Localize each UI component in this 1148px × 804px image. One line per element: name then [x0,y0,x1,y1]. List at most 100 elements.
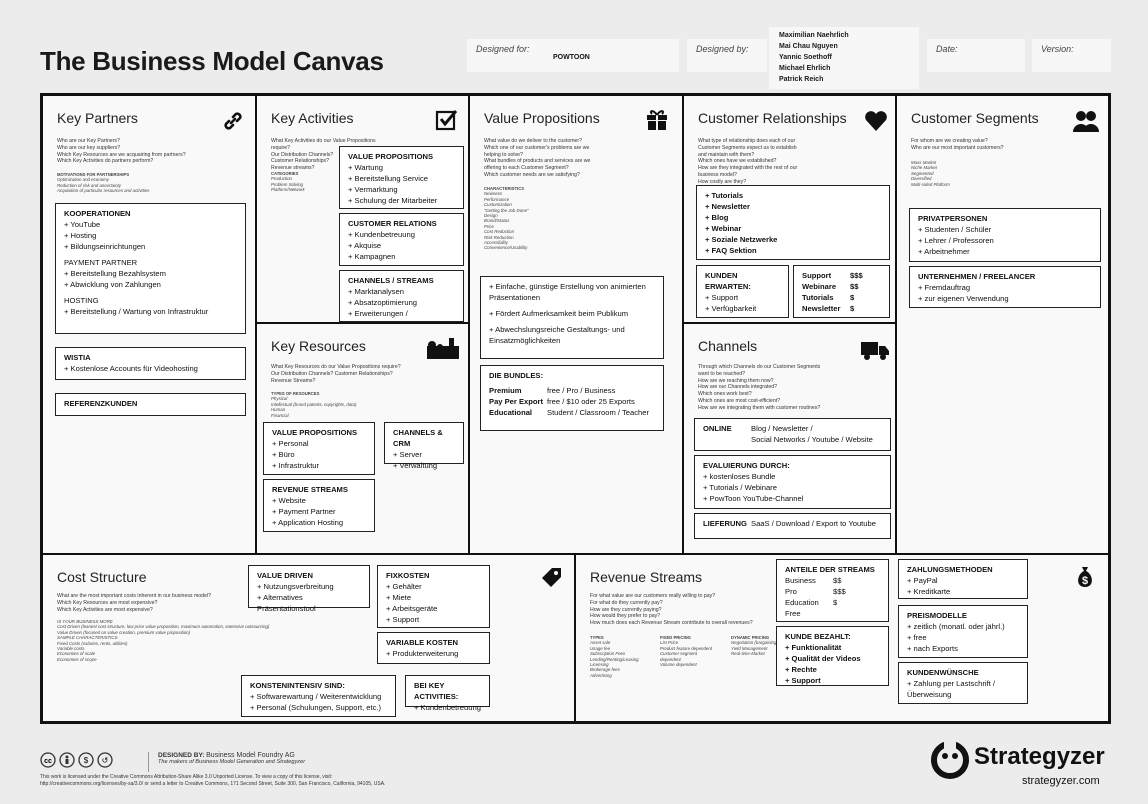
text-line: + Verfügbarkeit [705,304,757,313]
key-resources-title: Key Resources [271,338,366,354]
customer-segments-title: Customer Segments [911,110,1039,126]
channels-block: Channels Through which Channels do our C… [684,324,895,553]
note-referenzkunden[interactable]: REFERENZKUNDEN [55,393,246,416]
text-line: Which ones work best? [698,391,752,398]
customer-segments-subtext: Mass Market Niche Market Segmented Diversif… [911,160,1031,187]
text-line: Überweisung [907,690,952,699]
key-partners-subtext: MOTIVATIONS FOR PARTNERSHIPS Optimization… [57,172,247,194]
note-zahlungsmethoden[interactable]: ZAHLUNGSMETHODEN + PayPal + Kreditkarte [898,559,1028,599]
money-bag-icon: $ [1078,567,1092,587]
value-propositions-subtext: CHARACTERISTICS Newness Performance Customi… [484,186,604,251]
cost-level: $ [850,293,855,302]
note-evaluierung[interactable]: EVALUIERUNG DURCH: + kostenloses Bundle + … [694,455,891,509]
stream-share: $$ [833,576,842,585]
note-kr-revenue-streams[interactable]: REVENUE STREAMS + Website + Payment Partne… [263,479,375,532]
text-line: CHANNELS & CRM [393,428,443,448]
key-resources-subtext: TYPES OF RESOURCES Physical Intellectual (… [271,391,391,418]
text-line: What Key Resources do our Value Proposit… [271,364,401,370]
text-line: + Bereitstellung / Wartung von Infrastru… [64,307,209,316]
text-line: Platform/Network [271,187,305,193]
note-ka-customer-relations[interactable]: CUSTOMER RELATIONS + Kundenbetreuung + Akq… [339,213,464,266]
text-line: + Tutorials / Webinare [703,483,777,492]
text-line: + Vermarktung [348,185,398,194]
text-line: For what do they currently pay? [590,599,663,606]
text-line: For what value are our customers really … [590,593,716,599]
customer-segments-questions: For whom are we creating value? Who are o… [911,138,1071,152]
text-line: + nach Exports [907,644,958,653]
text-line: REFERENZKUNDEN [64,399,138,408]
footer-tagline: The makers of Business Model Generation … [158,759,306,765]
text-line: + Kreditkarte [907,587,951,596]
text-line: Which Key Activities do partners perform… [57,158,154,165]
version-field[interactable]: Version: [1032,39,1111,72]
note-privatpersonen[interactable]: PRIVATPERSONEN + Studenten / Schüler + Leh… [909,208,1101,262]
text-line: + Einfache, günstige Erstellung von anim… [489,282,646,291]
text-line: + Bildungseinrichtungen [64,242,146,251]
note-bei-key-activities[interactable]: BEI KEY ACTIVITIES: + Kundenbetreuung [405,675,490,712]
text-line: What value do we deliver to the customer… [484,138,583,144]
text-line: Which ones are most cost-efficient? [698,397,781,404]
note-online[interactable]: ONLINE Blog / Newsletter / Social Networks… [694,418,891,451]
key-partners-questions: Who are our Key Partners? Who are our key… [57,138,247,165]
stream-share: $ [833,598,838,607]
text-line: Revenue Streams? [271,377,316,384]
note-kr-channels-crm[interactable]: CHANNELS & CRM + Server + Verwaltung [384,422,464,470]
bundle-name: Premium [489,386,522,395]
text-line: What type of relationship does each of o… [698,138,796,144]
designer-name: Mai Chau Nguyen [779,43,838,50]
text-line: HOSTING [64,296,99,305]
note-kunde-bezahlt[interactable]: KUNDE BEZAHLT: + Funktionalität + Qualität… [776,626,889,686]
text-line: + Lehrer / Professoren [918,236,994,245]
key-activities-block: Key Activities What Key Activities do ou… [257,96,468,329]
creative-commons-icon: cc $ ↺ [40,752,113,768]
text-line: Who are our key suppliers? [57,144,121,151]
note-cr-costs[interactable]: Support $$$ Webinare $$ Tutorials $ Newsletter… [793,265,890,318]
text-line: Multi-sided Platform [911,181,950,187]
text-line: Advertising [590,672,612,678]
channels-questions: Through which Channels do our Customer S… [698,364,868,412]
note-fixkosten[interactable]: FIXKOSTEN + Gehälter + Miete + Arbeitsgerät… [377,565,490,628]
key-activities-subtext: CATEGORIES Production Problem Solving Platf… [271,171,341,193]
note-anteile[interactable]: ANTEILE DER STREAMS Business $$ Pro $$$ Educ… [776,559,889,622]
note-ka-channels-streams[interactable]: CHANNELS / STREAMS + Marktanalysen + Absat… [339,270,464,329]
text-line: + Wartung [348,163,383,172]
cost-row: Support $$$ [802,270,881,281]
note-kooperationen[interactable]: KOOPERATIONEN + YouTube + Hosting + Bildung… [55,203,246,334]
note-unternehmen[interactable]: UNTERNEHMEN / FREELANCER + Fremdauftrag + … [909,266,1101,308]
date-field[interactable]: Date: [927,39,1025,72]
note-kostenintensiv[interactable]: KONSTENINTENSIV SIND: + Softwarewartung /… [241,675,396,717]
designers-list[interactable]: Maximilian Naehrlich Mai Chau Nguyen Yanni… [769,27,919,89]
checkbox-icon [435,110,458,131]
designed-for-field[interactable]: Designed for: POWTOON [467,39,679,72]
note-cr-channels[interactable]: + Tutorials + Newsletter + Blog + Webinar + … [696,185,890,260]
strategyzer-brand: Strategyzer [974,743,1105,770]
text-line: VALUE DRIVEN [257,571,313,580]
text-line: + Absatzoptimierung [348,298,418,307]
strategyzer-url[interactable]: strategyzer.com [1022,775,1100,787]
canvas-grid: Key Partners Who are our Key Partners? Wh… [40,93,1111,724]
stream-share: $$$ [833,587,846,596]
text-line: + Fremdauftrag [918,283,971,292]
footer-designed-by: Business Model Foundry AG [206,752,295,759]
note-vp-bundles[interactable]: DIE BUNDLES: Premium free / Pro / Busines… [480,365,664,431]
text-line: Präsentationen [489,293,541,302]
text-line: KUNDEN ERWARTEN: [705,271,751,291]
note-wistia[interactable]: WISTIA + Kostenlose Accounts für Videohos… [55,347,246,380]
text-line: + Support [785,676,821,685]
note-vp-benefits[interactable]: + Einfache, günstige Erstellung von anim… [480,276,664,359]
text-line: VARIABLE KOSTEN [386,638,459,647]
note-lieferung[interactable]: LIEFERUNG SaaS / Download / Export to You… [694,513,891,539]
note-kunden-erwarten[interactable]: KUNDEN ERWARTEN: + Support + Verfügbarkeit [696,265,789,318]
text-line: What bundles of products and services ar… [484,158,591,165]
text-line: + free [907,633,927,642]
note-preismodelle[interactable]: PREISMODELLE + zeitlich (monatl. oder jäh… [898,605,1028,658]
note-ka-value-propositions[interactable]: VALUE PROPOSITIONS + Wartung + Bereitstell… [339,146,464,209]
lieferung-label: LIEFERUNG [703,519,747,528]
designer-name: Patrick Reich [779,76,824,83]
note-kr-value-propositions[interactable]: VALUE PROPOSITIONS + Personal + Büro + Infr… [263,422,375,475]
text-line: + FAQ Sektion [705,246,757,255]
note-kundenwuensche[interactable]: KUNDENWÜNSCHE + Zahlung per Lastschrift /… [898,662,1028,704]
note-variable-kosten[interactable]: VARIABLE KOSTEN + Produkterweiterung [377,632,490,664]
note-value-driven[interactable]: VALUE DRIVEN + Nutzungsverbreitung + Alter… [248,565,370,613]
text-line: + Qualität der Videos [785,654,861,663]
